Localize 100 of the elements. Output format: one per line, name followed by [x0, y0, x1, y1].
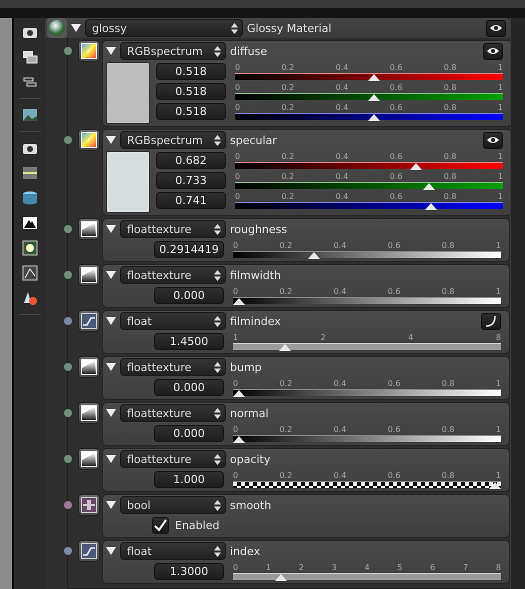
slider-track[interactable] [235, 112, 503, 120]
slider-thumb[interactable] [424, 202, 437, 210]
curve-button[interactable] [481, 312, 501, 330]
color-swatch[interactable] [106, 151, 150, 213]
value-field[interactable]: 0.518 [156, 62, 226, 80]
value-field[interactable]: 0.000 [154, 378, 224, 396]
slider-track[interactable] [233, 250, 501, 258]
input-type-button[interactable] [78, 310, 100, 332]
tick-label: 4 [408, 332, 414, 342]
slider-thumb[interactable] [368, 74, 380, 80]
visibility-button[interactable] [486, 20, 506, 36]
slider-track[interactable] [233, 296, 501, 304]
type-dropdown[interactable]: RGBspectrum [120, 131, 226, 149]
connector-dot[interactable] [64, 136, 72, 144]
connector-dot[interactable] [64, 409, 72, 417]
slider-thumb[interactable] [233, 298, 245, 304]
expand-triangle-icon[interactable] [106, 500, 116, 510]
value-field[interactable]: 0.518 [156, 82, 226, 100]
input-type-button[interactable] [78, 218, 100, 240]
slider-track[interactable] [235, 202, 503, 208]
windows-icon[interactable] [20, 48, 38, 66]
tick-label: 0 [235, 152, 240, 162]
connector-dot[interactable] [64, 225, 72, 233]
slider-thumb[interactable] [274, 574, 287, 580]
expand-triangle-icon[interactable] [106, 546, 116, 556]
slider-thumb[interactable] [233, 436, 245, 442]
expand-triangle-icon[interactable] [106, 454, 116, 464]
expand-triangle-icon[interactable] [106, 135, 116, 145]
expand-triangle-icon[interactable] [71, 23, 81, 33]
slider-thumb[interactable] [368, 94, 380, 100]
slider-thumb[interactable] [278, 344, 291, 350]
connector-dot[interactable] [64, 455, 72, 463]
material-dropdown[interactable]: glossy [85, 19, 243, 37]
slider-track[interactable] [233, 572, 501, 580]
connector-dot[interactable] [64, 47, 72, 55]
input-type-button[interactable] [78, 540, 100, 562]
slider-thumb[interactable] [489, 482, 501, 488]
slider-track[interactable] [233, 342, 501, 350]
sphere-icon[interactable] [47, 18, 67, 38]
expand-triangle-icon[interactable] [106, 270, 116, 280]
input-type-button[interactable] [78, 448, 100, 470]
tick-label: 0.6 [388, 286, 400, 296]
value-field[interactable]: 1.4500 [154, 332, 224, 350]
tick-label: 0.2 [281, 172, 294, 182]
type-dropdown[interactable]: bool [120, 496, 226, 514]
type-dropdown[interactable]: floattexture [120, 358, 226, 376]
value-field[interactable]: 1.3000 [154, 562, 224, 580]
visibility-button[interactable] [483, 42, 503, 60]
expand-triangle-icon[interactable] [106, 224, 116, 234]
input-type-button[interactable] [78, 356, 100, 378]
type-dropdown[interactable]: floattexture [120, 450, 226, 468]
updown-arrows-icon [214, 224, 221, 234]
slider-track[interactable] [235, 72, 503, 80]
input-type-button[interactable] [78, 402, 100, 424]
input-type-button[interactable] [78, 264, 100, 286]
slider-track[interactable] [233, 434, 501, 442]
tick-label: 0.8 [444, 172, 457, 182]
value-field[interactable]: 0.518 [156, 102, 226, 120]
type-dropdown[interactable]: floattexture [120, 266, 226, 284]
input-type-button[interactable] [78, 494, 100, 516]
database-icon[interactable] [20, 189, 38, 207]
value-field[interactable]: 0.000 [154, 286, 224, 304]
value-field[interactable]: 1.000 [154, 470, 224, 488]
checkbox[interactable] [152, 516, 169, 534]
slider-track[interactable] [233, 388, 501, 396]
expand-triangle-icon[interactable] [106, 46, 116, 56]
slider-track[interactable] [235, 182, 503, 188]
image-icon[interactable] [20, 106, 38, 124]
color-swatch[interactable] [106, 62, 150, 124]
type-dropdown[interactable]: RGBspectrum [120, 42, 226, 60]
value-field[interactable]: 0.682 [156, 152, 226, 168]
connector-dot[interactable] [64, 363, 72, 371]
value-field[interactable]: 0.733 [156, 172, 226, 188]
visibility-button[interactable] [483, 132, 503, 148]
connector-dot[interactable] [64, 271, 72, 279]
value-field[interactable]: 0.741 [156, 192, 226, 208]
slider-thumb[interactable] [233, 390, 245, 396]
expand-triangle-icon[interactable] [106, 408, 116, 418]
input-type-button[interactable] [78, 129, 100, 151]
slider-track[interactable] [233, 480, 501, 488]
value-field[interactable]: 0.000 [154, 424, 224, 442]
input-type-button[interactable] [78, 40, 100, 62]
expand-triangle-icon[interactable] [106, 316, 116, 326]
slider-thumb[interactable] [308, 252, 320, 258]
slider-thumb[interactable] [410, 162, 422, 170]
type-dropdown[interactable]: float [120, 542, 226, 560]
slider-track[interactable] [235, 162, 503, 168]
connector-dot[interactable] [64, 317, 72, 325]
film-strip-icon[interactable] [20, 164, 38, 182]
expand-triangle-icon[interactable] [106, 362, 116, 372]
value-field[interactable]: 0.2914419 [154, 240, 224, 258]
connector-dot[interactable] [64, 547, 72, 555]
type-dropdown[interactable]: float [120, 312, 226, 330]
slider-thumb[interactable] [368, 114, 380, 120]
slider-track[interactable] [235, 92, 503, 100]
mountain-icon[interactable] [20, 214, 38, 232]
type-dropdown[interactable]: floattexture [120, 404, 226, 422]
connector-dot[interactable] [64, 501, 72, 509]
slider-thumb[interactable] [422, 182, 435, 190]
updown-arrows-icon [214, 362, 221, 372]
